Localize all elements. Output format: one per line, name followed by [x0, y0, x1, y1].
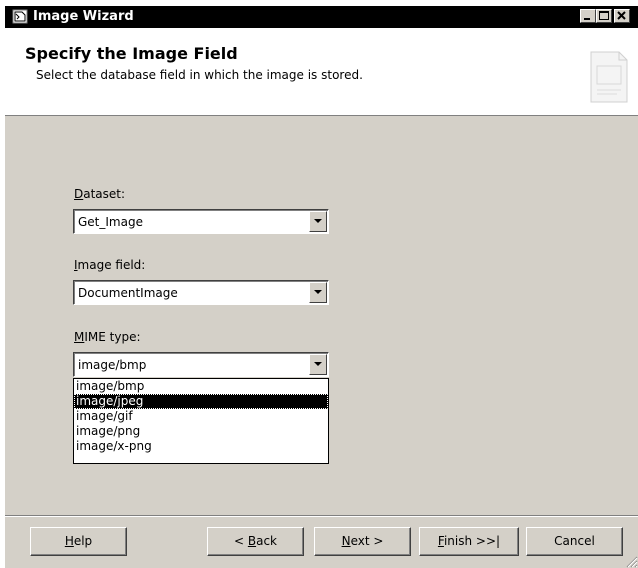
cancel-button[interactable]: Cancel [526, 527, 623, 556]
chevron-down-icon [314, 362, 322, 366]
mime-option-bmp[interactable]: image/bmp [74, 379, 328, 394]
dataset-value: Get_Image [78, 215, 143, 229]
chevron-down-icon [314, 290, 322, 294]
maximize-icon [599, 11, 609, 20]
dataset-dropdown-button[interactable] [309, 211, 327, 232]
image-field-label: Image field: [74, 258, 146, 272]
dataset-combobox[interactable]: Get_Image [73, 209, 329, 234]
back-button[interactable]: < Back [207, 527, 304, 556]
image-field-value: DocumentImage [78, 286, 178, 300]
chevron-down-icon [314, 219, 322, 223]
finish-button[interactable]: Finish >>| [419, 527, 519, 556]
help-button[interactable]: Help [30, 527, 127, 556]
page-subtitle: Select the database field in which the i… [36, 68, 363, 82]
mime-type-value: image/bmp [78, 358, 147, 372]
image-field-combobox[interactable]: DocumentImage [73, 280, 329, 305]
mime-option-png[interactable]: image/png [74, 424, 328, 439]
dataset-label: Dataset: [74, 187, 126, 201]
mime-type-combobox[interactable]: image/bmp [73, 352, 329, 377]
close-icon [617, 11, 626, 20]
footer-divider [5, 515, 638, 517]
image-wizard-window: Image Wizard Specify the Image Field Sel… [4, 5, 638, 568]
document-icon [590, 51, 628, 103]
title-bar[interactable]: Image Wizard [5, 6, 638, 28]
close-button[interactable] [614, 9, 630, 23]
maximize-button[interactable] [596, 9, 612, 23]
mime-type-dropdown-list[interactable]: image/bmp image/jpeg image/gif image/png… [73, 378, 329, 464]
mime-option-gif[interactable]: image/gif [74, 409, 328, 424]
next-button[interactable]: Next > [314, 527, 411, 556]
mime-option-jpeg[interactable]: image/jpeg [74, 394, 328, 409]
mime-type-label: MIME type: [74, 330, 141, 344]
minimize-icon [584, 18, 590, 20]
app-icon [12, 9, 28, 24]
page-title: Specify the Image Field [25, 44, 238, 63]
mime-type-dropdown-button[interactable] [309, 354, 327, 375]
mime-option-x-png[interactable]: image/x-png [74, 439, 328, 454]
wizard-header: Specify the Image Field Select the datab… [5, 28, 638, 116]
minimize-button[interactable] [580, 9, 596, 23]
resize-grip-icon[interactable] [625, 555, 638, 568]
window-title: Image Wizard [33, 9, 134, 24]
image-field-dropdown-button[interactable] [309, 282, 327, 303]
